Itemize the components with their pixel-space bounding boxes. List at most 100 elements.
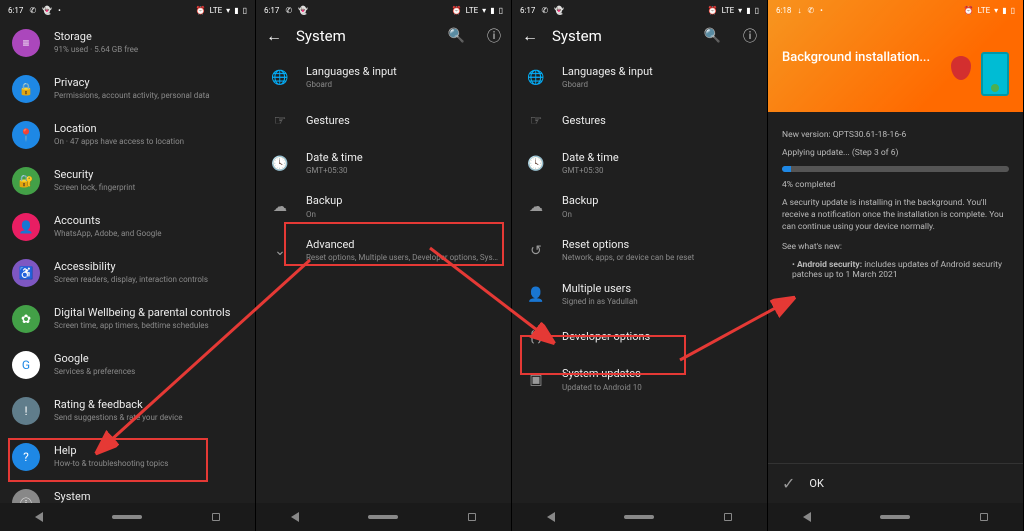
item-icon: ♿ xyxy=(12,259,40,287)
item-icon: ✿ xyxy=(12,305,40,333)
list-item[interactable]: ☁BackupOn xyxy=(256,185,511,229)
item-icon: 👤 xyxy=(524,283,548,307)
item-subtitle: GMT+05:30 xyxy=(562,166,755,176)
help-icon[interactable]: ⓘ xyxy=(743,26,757,46)
item-title: Languages & input xyxy=(306,65,499,79)
item-title: Accessibility xyxy=(54,260,243,274)
item-icon: ▣ xyxy=(524,368,548,392)
percent-text: 4% completed xyxy=(782,180,1009,190)
list-item[interactable]: ✿ Digital Wellbeing & parental controlsSc… xyxy=(0,296,255,342)
applying-text: Applying update... (Step 3 of 6) xyxy=(782,148,1009,158)
nav-back-icon[interactable] xyxy=(35,512,43,522)
item-icon: 🌐 xyxy=(524,66,548,90)
clock: 6:17 xyxy=(264,6,279,15)
snapchat-icon: 👻 xyxy=(554,6,564,15)
page-title: System xyxy=(552,27,682,45)
nav-home-icon[interactable] xyxy=(880,515,910,519)
help-icon[interactable]: ⓘ xyxy=(487,26,501,46)
wifi-icon: ▾ xyxy=(738,6,742,15)
nav-back-icon[interactable] xyxy=(547,512,555,522)
settings-panel: 6:17✆👻• ⏰LTE▾▮▯ ≡Storage91% used · 5.64 … xyxy=(0,0,256,531)
item-title: Storage xyxy=(54,30,243,44)
nav-back-icon[interactable] xyxy=(291,512,299,522)
item-subtitle: Updated to Android 10 xyxy=(562,383,755,393)
item-title: Location xyxy=(54,122,243,136)
list-item[interactable]: 🌐Languages & inputGboard xyxy=(256,56,511,100)
back-icon[interactable]: ← xyxy=(266,26,282,46)
phone-icon xyxy=(981,52,1009,96)
item-subtitle: Screen time, app timers, bedtime schedul… xyxy=(54,321,243,331)
nav-home-icon[interactable] xyxy=(112,515,142,519)
list-item[interactable]: 📍LocationOn · 47 apps have access to loc… xyxy=(0,112,255,158)
list-item[interactable]: ⓘSystemLanguages, gestures, time, backup xyxy=(0,480,255,503)
nav-bar xyxy=(256,503,511,531)
item-title: Privacy xyxy=(54,76,243,90)
item-title: Help xyxy=(54,444,243,458)
list-item[interactable]: 👤Multiple usersSigned in as Yadullah xyxy=(512,273,767,317)
check-icon: ✓ xyxy=(782,474,795,493)
signal-icon: ▮ xyxy=(234,6,238,15)
list-item[interactable]: ♿AccessibilityScreen readers, display, i… xyxy=(0,250,255,296)
item-title: Backup xyxy=(562,194,755,208)
list-item[interactable]: ▣System updatesUpdated to Android 10 xyxy=(512,358,767,402)
list-item[interactable]: 👤AccountsWhatsApp, Adobe, and Google xyxy=(0,204,255,250)
battery-icon: ▯ xyxy=(243,6,247,15)
nav-recents-icon[interactable] xyxy=(212,513,220,521)
search-icon[interactable]: 🔍 xyxy=(704,28,721,44)
system-expanded-panel: 6:17✆👻 ⏰LTE▾▮▯ ← System 🔍 ⓘ 🌐Languages &… xyxy=(512,0,768,531)
item-title: Multiple users xyxy=(562,282,755,296)
signal-icon: ▮ xyxy=(490,6,494,15)
ok-button[interactable]: OK xyxy=(809,477,823,490)
version-label: New version: xyxy=(782,130,831,140)
list-item[interactable]: ☞Gestures xyxy=(512,100,767,142)
item-title: Google xyxy=(54,352,243,366)
item-subtitle: Screen lock, fingerprint xyxy=(54,183,243,193)
back-icon[interactable]: ← xyxy=(522,26,538,46)
search-icon[interactable]: 🔍 xyxy=(448,28,465,44)
list-item[interactable]: ☞Gestures xyxy=(256,100,511,142)
list-item[interactable]: !Rating & feedbackSend suggestions & rat… xyxy=(0,388,255,434)
list-item[interactable]: ? HelpHow-to & troubleshooting topics xyxy=(0,434,255,480)
nav-home-icon[interactable] xyxy=(624,515,654,519)
item-icon: ⌄ xyxy=(268,239,292,263)
list-item[interactable]: ⌄AdvancedReset options, Multiple users, … xyxy=(256,229,511,273)
item-subtitle: 91% used · 5.64 GB free xyxy=(54,45,243,55)
alarm-icon: ⏰ xyxy=(196,6,206,15)
alarm-icon: ⏰ xyxy=(964,6,974,15)
list-item[interactable]: 🔒PrivacyPermissions, account activity, p… xyxy=(0,66,255,112)
list-item[interactable]: ↺Reset optionsNetwork, apps, or device c… xyxy=(512,229,767,273)
page-title: System xyxy=(296,27,426,45)
item-subtitle: Permissions, account activity, personal … xyxy=(54,91,243,101)
item-subtitle: How-to & troubleshooting topics xyxy=(54,459,243,469)
list-item[interactable]: ☁BackupOn xyxy=(512,185,767,229)
update-message: A security update is installing in the b… xyxy=(782,198,1009,234)
item-subtitle: Send suggestions & rate your device xyxy=(54,413,243,423)
list-item[interactable]: { }Developer options xyxy=(512,316,767,358)
item-subtitle: On xyxy=(562,210,755,220)
nav-bar xyxy=(0,503,255,531)
nav-recents-icon[interactable] xyxy=(468,513,476,521)
item-subtitle: WhatsApp, Adobe, and Google xyxy=(54,229,243,239)
shield-icon xyxy=(951,56,971,80)
item-title: Date & time xyxy=(306,151,499,165)
item-subtitle: Services & preferences xyxy=(54,367,243,377)
list-item[interactable]: GGoogleServices & preferences xyxy=(0,342,255,388)
list-item[interactable]: 🕓Date & timeGMT+05:30 xyxy=(512,142,767,186)
list-item[interactable]: ≡Storage91% used · 5.64 GB free xyxy=(0,20,255,66)
nav-home-icon[interactable] xyxy=(368,515,398,519)
whats-new-bullet: • Android security: includes updates of … xyxy=(782,260,1009,280)
status-bar: 6:17✆👻 ⏰LTE▾▮▯ xyxy=(512,0,767,20)
item-subtitle: On xyxy=(306,210,499,220)
nav-recents-icon[interactable] xyxy=(980,513,988,521)
item-icon: ↺ xyxy=(524,239,548,263)
nav-back-icon[interactable] xyxy=(803,512,811,522)
item-title: Backup xyxy=(306,194,499,208)
nav-recents-icon[interactable] xyxy=(724,513,732,521)
item-subtitle: Network, apps, or device can be reset xyxy=(562,253,755,263)
list-item[interactable]: 🌐Languages & inputGboard xyxy=(512,56,767,100)
list-item[interactable]: 🕓Date & timeGMT+05:30 xyxy=(256,142,511,186)
item-title: Digital Wellbeing & parental controls xyxy=(54,306,243,320)
item-title: Gestures xyxy=(562,114,755,128)
list-item[interactable]: 🔐SecurityScreen lock, fingerprint xyxy=(0,158,255,204)
item-icon: ? xyxy=(12,443,40,471)
